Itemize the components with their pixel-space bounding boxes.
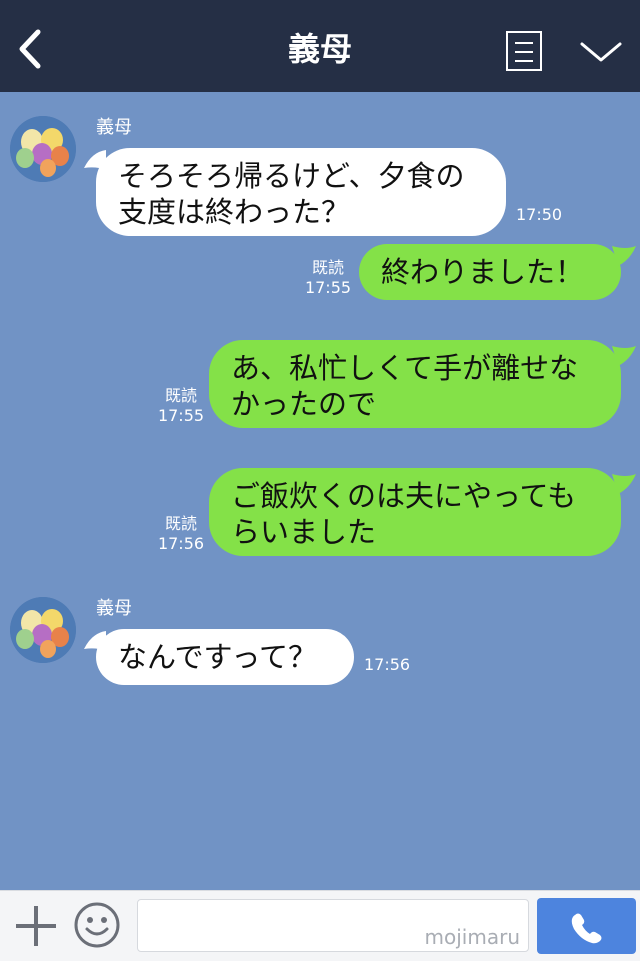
bubble-tail xyxy=(612,346,636,366)
chevron-down-icon[interactable] xyxy=(578,36,624,66)
sender-name: 義母 xyxy=(96,598,132,619)
avatar[interactable] xyxy=(10,597,76,663)
bubble-tail xyxy=(612,474,636,494)
read-label: 既読 xyxy=(164,386,197,405)
phone-icon xyxy=(571,913,602,944)
plus-icon[interactable] xyxy=(14,904,58,948)
chat-header: 義母 xyxy=(0,0,640,92)
message-line: かったので xyxy=(231,387,377,421)
message-bubble-outgoing[interactable]: 終わりました！ xyxy=(359,244,621,300)
message-input[interactable]: mojimaru xyxy=(137,899,529,952)
message-line: らいました xyxy=(231,515,377,549)
message-time: 17:56 xyxy=(157,534,205,553)
bubble-tail xyxy=(612,246,636,266)
smiley-icon[interactable] xyxy=(73,901,121,949)
message-bubble-incoming[interactable]: なんですって？ xyxy=(96,629,354,685)
message-line: あ、私忙しくて手が離せな xyxy=(231,351,579,385)
avatar[interactable] xyxy=(10,116,76,182)
watermark: mojimaru xyxy=(424,925,520,949)
message-list[interactable]: 義母 そろそろ帰るけど、夕食の 支度は終わった？ 17:50 既読 17:55 … xyxy=(0,92,640,890)
notes-icon[interactable] xyxy=(506,31,542,71)
read-receipt: 既読 17:56 xyxy=(155,514,207,554)
message-bubble-outgoing[interactable]: あ、私忙しくて手が離せな かったので xyxy=(209,340,621,428)
message-bubble-outgoing[interactable]: ご飯炊くのは夫にやっても らいました xyxy=(209,468,621,556)
chat-title: 義母 xyxy=(287,30,352,68)
call-button[interactable] xyxy=(537,898,636,954)
read-receipt: 既読 17:55 xyxy=(304,258,352,298)
read-receipt: 既読 17:55 xyxy=(155,386,207,426)
message-line: ご飯炊くのは夫にやっても xyxy=(231,479,577,513)
read-label: 既読 xyxy=(311,258,344,277)
message-time: 17:50 xyxy=(516,205,563,224)
input-bar: mojimaru xyxy=(0,890,640,961)
message-line: なんですって？ xyxy=(118,640,317,674)
message-line: 終わりました！ xyxy=(381,255,585,289)
message-time: 17:55 xyxy=(304,278,352,297)
message-time: 17:55 xyxy=(157,406,205,425)
message-line: そろそろ帰るけど、夕食の xyxy=(118,159,465,193)
sender-name: 義母 xyxy=(96,117,132,138)
read-label: 既読 xyxy=(164,514,197,533)
message-line: 支度は終わった？ xyxy=(118,195,351,229)
message-time: 17:56 xyxy=(364,655,411,674)
message-bubble-incoming[interactable]: そろそろ帰るけど、夕食の 支度は終わった？ xyxy=(96,148,506,236)
